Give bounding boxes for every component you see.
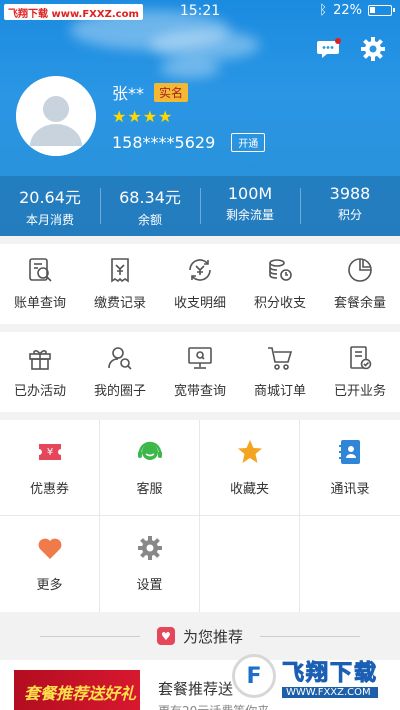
settings-gear-icon[interactable] xyxy=(360,36,386,62)
menu-opened-business[interactable]: 已开业务 xyxy=(320,332,400,412)
feature-label: 更多 xyxy=(36,578,63,593)
menu-bill-query[interactable]: 账单查询 xyxy=(0,244,80,324)
service-row-1: 账单查询 缴费记录 收支明细 积分收支 套餐余量 xyxy=(0,244,400,324)
header-actions xyxy=(316,36,386,62)
feature-label: 设置 xyxy=(136,578,163,593)
payment-record-icon xyxy=(111,258,129,283)
menu-broadband[interactable]: 宽带查询 xyxy=(160,332,240,412)
watermark-big: 飞翔下载 xyxy=(281,660,379,686)
feature-empty-2 xyxy=(300,516,400,612)
feature-favorites[interactable]: 收藏夹 xyxy=(200,420,300,516)
watermark-circle: F xyxy=(232,654,276,698)
stat-label: 积分 xyxy=(337,208,362,222)
stat-value: 20.64元 xyxy=(19,188,81,207)
feature-customer-service[interactable]: 客服 xyxy=(100,420,200,516)
menu-activities[interactable]: 已办活动 xyxy=(0,332,80,412)
watermark-text: 飞翔下载 WWW.FXXZ.COM xyxy=(281,655,379,698)
menu-points[interactable]: 积分收支 xyxy=(240,244,320,324)
menu-package-remaining[interactable]: 套餐余量 xyxy=(320,244,400,324)
circle-search-icon xyxy=(108,347,132,370)
recommend-heart-icon: ♥ xyxy=(156,627,175,645)
profile-page: 飞翔下载 www.FXXZ.com 15:21 ᛒ 22% 张** 实名 ★★★… xyxy=(0,0,400,710)
stat-monthly-spend[interactable]: 20.64元 本月消费 xyxy=(0,176,100,236)
stat-value: 68.34元 xyxy=(119,188,181,207)
feature-grid: ¥ 优惠券 客服 收藏夹 通讯录 更多 设置 xyxy=(0,420,400,612)
stat-value: 100M xyxy=(227,184,273,203)
status-bar: 飞翔下载 www.FXXZ.com 15:21 ᛒ 22% xyxy=(0,0,400,24)
watermark-small: WWW.FXXZ.COM xyxy=(282,686,379,698)
menu-label: 积分收支 xyxy=(253,296,306,311)
gift-icon xyxy=(29,350,51,370)
message-icon[interactable] xyxy=(316,36,342,62)
recommend-title: 为您推荐 xyxy=(182,627,243,646)
package-remaining-icon xyxy=(348,258,372,282)
battery-percent: 22% xyxy=(333,3,362,18)
menu-label: 账单查询 xyxy=(13,296,66,311)
headset-icon xyxy=(137,441,162,460)
feature-empty-1 xyxy=(200,516,300,612)
stat-label: 剩余流量 xyxy=(225,208,274,222)
menu-label: 套餐余量 xyxy=(333,296,386,311)
phone-row: 158****5629 开通 xyxy=(112,133,266,152)
menu-label: 商城订单 xyxy=(253,384,306,399)
profile-header: 飞翔下载 www.FXXZ.com 15:21 ᛒ 22% 张** 实名 ★★★… xyxy=(0,0,400,236)
stat-points[interactable]: 3988 积分 xyxy=(300,176,400,236)
star-icon xyxy=(237,440,262,463)
feature-label: 通讯录 xyxy=(330,482,370,497)
feature-label: 收藏夹 xyxy=(229,482,269,497)
service-row-2: 已办活动 我的圈子 宽带查询 商城订单 已开业务 xyxy=(0,332,400,412)
menu-label: 收支明细 xyxy=(173,296,226,311)
menu-label: 我的圈子 xyxy=(93,384,146,399)
menu-my-circle[interactable]: 我的圈子 xyxy=(80,332,160,412)
feature-more[interactable]: 更多 xyxy=(0,516,100,612)
points-icon xyxy=(269,259,292,281)
feature-settings[interactable]: 设置 xyxy=(100,516,200,612)
menu-income-detail[interactable]: 收支明细 xyxy=(160,244,240,324)
recommend-card-title: 套餐推荐送 xyxy=(158,680,234,698)
divider-left xyxy=(40,636,140,637)
gear-icon xyxy=(137,536,162,560)
business-icon xyxy=(350,346,372,370)
menu-mall-orders[interactable]: 商城订单 xyxy=(240,332,320,412)
svg-text:¥: ¥ xyxy=(46,447,52,458)
broadband-icon xyxy=(188,347,212,369)
stat-label: 余额 xyxy=(137,213,162,227)
stat-label: 本月消费 xyxy=(25,213,74,227)
stat-data-remaining[interactable]: 100M 剩余流量 xyxy=(200,176,300,236)
realname-badge: 实名 xyxy=(154,82,189,102)
menu-label: 已开业务 xyxy=(333,384,386,399)
bluetooth-icon: ᛒ xyxy=(319,3,328,18)
divider-right xyxy=(260,636,360,637)
contacts-icon xyxy=(339,440,360,464)
username-row: 张** 实名 xyxy=(112,80,189,104)
feature-label: 客服 xyxy=(136,482,163,497)
feature-label: 优惠券 xyxy=(29,482,69,497)
status-right: ᛒ 22% xyxy=(319,3,395,18)
open-button[interactable]: 开通 xyxy=(231,133,266,152)
coupon-icon: ¥ xyxy=(38,444,61,460)
bill-query-icon xyxy=(29,258,52,282)
feature-coupon[interactable]: ¥ 优惠券 xyxy=(0,420,100,516)
watermark-logo: F 飞翔下载 WWW.FXXZ.COM xyxy=(232,646,394,706)
heart-icon xyxy=(38,538,61,559)
phone-number: 158****5629 xyxy=(112,133,216,152)
feature-contacts[interactable]: 通讯录 xyxy=(300,420,400,516)
menu-label: 宽带查询 xyxy=(173,384,226,399)
menu-label: 缴费记录 xyxy=(93,296,146,311)
star-rating: ★★★★ xyxy=(112,107,174,126)
stat-value: 3988 xyxy=(329,184,371,203)
stats-bar: 20.64元 本月消费 68.34元 余额 100M 剩余流量 3988 积分 xyxy=(0,176,400,236)
avatar[interactable] xyxy=(16,76,96,156)
menu-label: 已办活动 xyxy=(13,384,66,399)
income-detail-icon xyxy=(189,259,211,281)
recommend-banner-image: 套餐推荐送好礼 xyxy=(14,670,140,710)
cart-icon xyxy=(268,347,293,370)
username: 张** xyxy=(112,84,145,103)
battery-icon xyxy=(368,5,395,16)
stat-balance[interactable]: 68.34元 余额 xyxy=(100,176,200,236)
menu-payment-record[interactable]: 缴费记录 xyxy=(80,244,160,324)
